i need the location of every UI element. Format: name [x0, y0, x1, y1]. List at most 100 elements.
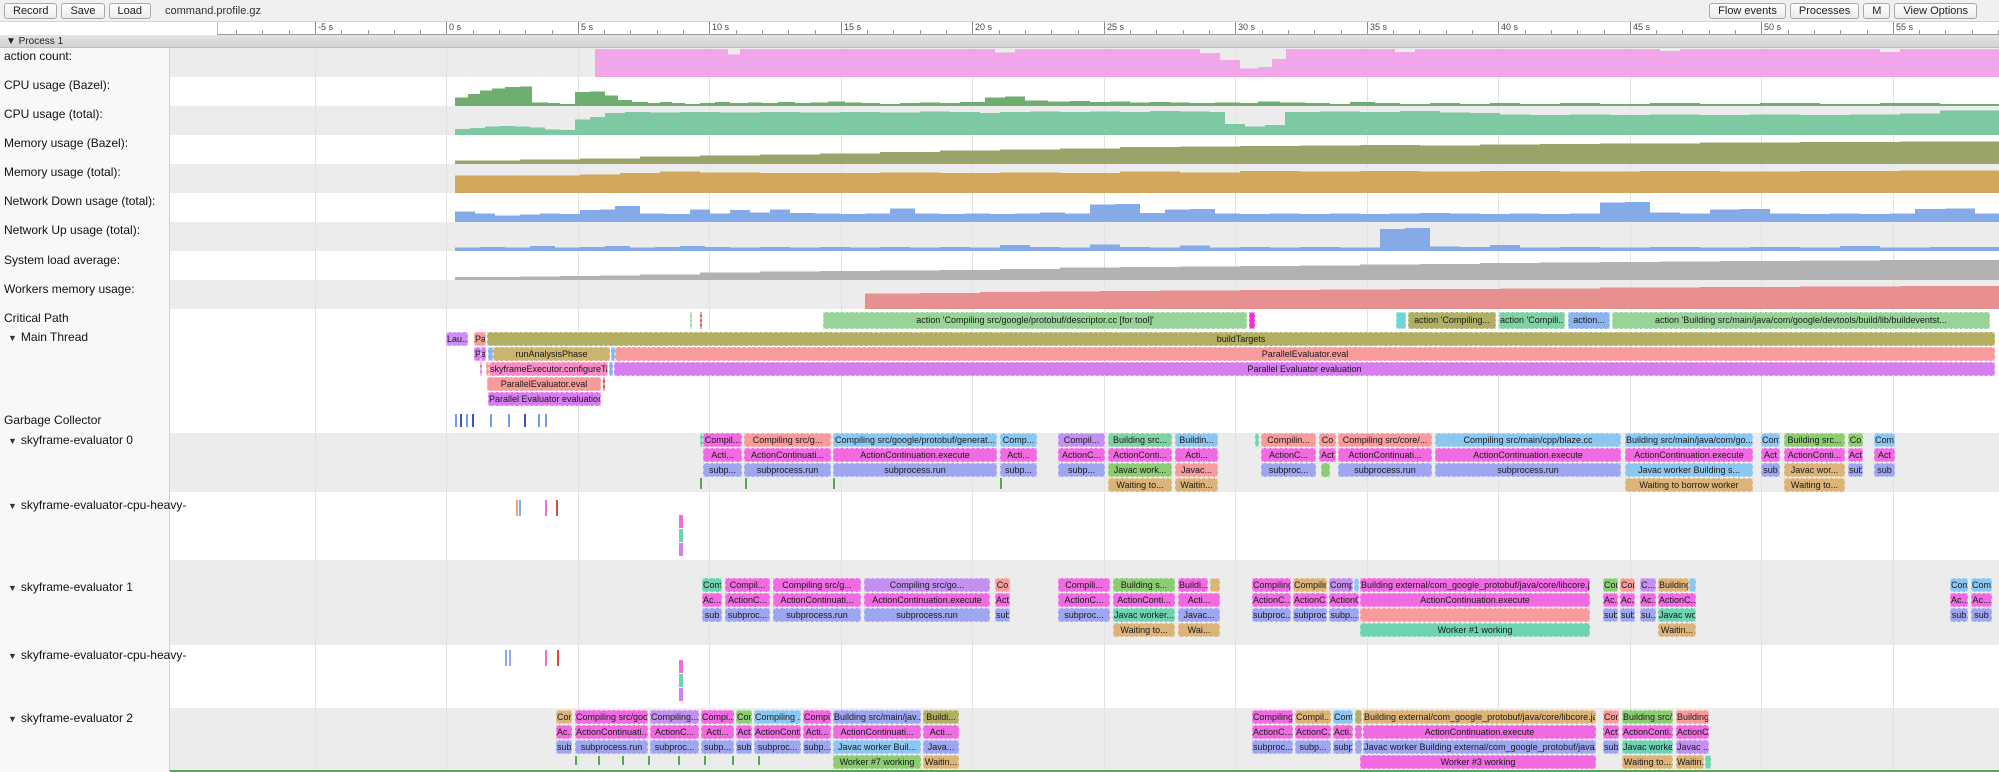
trace-event[interactable]: Com: [1950, 578, 1968, 592]
trace-event[interactable]: subproc...: [725, 608, 770, 622]
trace-event[interactable]: su...: [1640, 608, 1656, 622]
trace-event[interactable]: Worker #3 working: [1360, 755, 1596, 769]
trace-event[interactable]: [480, 347, 482, 361]
trace-event[interactable]: Parallel Evaluator evaluation: [488, 392, 601, 406]
trace-event[interactable]: Building ...: [1676, 710, 1709, 724]
trace-event[interactable]: Compiling src/g...: [744, 433, 831, 447]
workers-memory-chart[interactable]: [0, 281, 1999, 309]
trace-event[interactable]: ActionC...: [1058, 448, 1105, 462]
trace-event[interactable]: ActionContinu...: [754, 725, 801, 739]
trace-event[interactable]: [609, 362, 613, 376]
trace-event[interactable]: Acti...: [703, 448, 742, 462]
trace-event[interactable]: Compiling src/core/...: [1338, 433, 1432, 447]
trace-event[interactable]: Ac...: [556, 725, 572, 739]
view-options-button[interactable]: View Options: [1894, 3, 1977, 19]
trace-event[interactable]: sub: [1874, 463, 1895, 477]
trace-event[interactable]: sub: [1603, 740, 1619, 754]
save-button[interactable]: Save: [61, 3, 104, 19]
trace-event[interactable]: ActionC...: [1252, 593, 1291, 607]
trace-event[interactable]: Javac...: [1178, 608, 1220, 622]
trace-event[interactable]: Com: [1603, 710, 1619, 724]
trace-event[interactable]: Ac...: [1603, 593, 1618, 607]
trace-event[interactable]: ActionC...: [725, 593, 770, 607]
collapse-arrow-icon[interactable]: ▼: [8, 333, 17, 343]
trace-event[interactable]: [690, 312, 692, 329]
track-label-skyframe-evaluator-cpu-heavy[interactable]: ▼skyframe-evaluator-cpu-heavy-: [8, 648, 186, 662]
trace-event[interactable]: Buildi...: [1178, 578, 1208, 592]
trace-event[interactable]: ActionC...: [1261, 448, 1316, 462]
trace-event[interactable]: Wai...: [1178, 623, 1220, 637]
trace-event[interactable]: Compiling src/google...: [575, 710, 648, 724]
trace-event[interactable]: Compiling src/main/cpp/blaze.cc: [1435, 433, 1621, 447]
trace-event[interactable]: Compil...: [725, 578, 770, 592]
trace-event[interactable]: Act: [1603, 725, 1619, 739]
trace-event[interactable]: Javac worker...: [1113, 608, 1175, 622]
trace-event[interactable]: [1255, 433, 1259, 447]
trace-event[interactable]: subproc...: [1252, 608, 1291, 622]
trace-event[interactable]: ActionConti...: [1622, 725, 1673, 739]
trace-event[interactable]: ActionContinuation.execute: [864, 593, 990, 607]
trace-event[interactable]: ActionConti...: [1113, 593, 1175, 607]
track-label-skyframe-evaluator-2[interactable]: ▼skyframe-evaluator 2: [8, 711, 133, 725]
trace-event[interactable]: Waiting to...: [1113, 623, 1175, 637]
trace-event[interactable]: [603, 377, 605, 391]
trace-event[interactable]: Compiling...: [650, 710, 699, 724]
trace-event[interactable]: Buildin...: [1175, 433, 1218, 447]
track-label-main-thread[interactable]: ▼Main Thread: [8, 330, 88, 344]
trace-event[interactable]: C...: [1640, 578, 1656, 592]
trace-event[interactable]: Waitin...: [1658, 623, 1696, 637]
trace-event[interactable]: Compi...: [701, 710, 734, 724]
trace-event[interactable]: Compil...: [1329, 578, 1353, 592]
trace-event[interactable]: Par: [474, 332, 486, 346]
flow-events-button[interactable]: Flow events: [1709, 3, 1786, 19]
trace-event[interactable]: Co: [995, 578, 1010, 592]
track-label-skyframe-evaluator-1[interactable]: ▼skyframe-evaluator 1: [8, 580, 133, 594]
trace-event[interactable]: subprocess.run: [773, 608, 861, 622]
action-count-chart[interactable]: [0, 49, 1999, 77]
trace-event[interactable]: ActionContinuati...: [744, 448, 831, 462]
trace-event[interactable]: Acti...: [1000, 448, 1037, 462]
trace-event[interactable]: ActionC...: [650, 725, 699, 739]
trace-event[interactable]: Building src...: [1784, 433, 1845, 447]
trace-event[interactable]: Javac wo...: [1658, 608, 1696, 622]
track-label-skyframe-evaluator-cpu-heavy[interactable]: ▼skyframe-evaluator-cpu-heavy-: [8, 498, 186, 512]
trace-event[interactable]: ActionC...: [1676, 725, 1709, 739]
trace-event[interactable]: Compiling src/go...: [864, 578, 990, 592]
trace-event[interactable]: [1249, 312, 1255, 329]
trace-event[interactable]: Com: [736, 710, 752, 724]
collapse-arrow-icon[interactable]: ▼: [8, 501, 17, 511]
trace-event[interactable]: action 'Compili...: [1499, 312, 1565, 329]
trace-event[interactable]: subproc...: [754, 740, 801, 754]
trace-event[interactable]: subproc...: [1252, 740, 1293, 754]
trace-event[interactable]: Parallel Evaluator evaluation: [614, 362, 1995, 376]
trace-event[interactable]: Waitin...: [923, 755, 959, 769]
trace-event[interactable]: subp...: [1333, 740, 1353, 754]
record-button[interactable]: Record: [4, 3, 57, 19]
trace-event[interactable]: Compiling ...: [754, 710, 801, 724]
trace-event[interactable]: Act: [736, 725, 752, 739]
trace-event[interactable]: runAnalysisPhase: [493, 347, 610, 361]
process-header[interactable]: ▼ Process 1: [0, 35, 1999, 48]
trace-event[interactable]: Building...: [1658, 578, 1689, 592]
trace-event[interactable]: ActionConti...: [1108, 448, 1172, 462]
trace-event[interactable]: ActionContinuation.execute: [1360, 593, 1590, 607]
trace-event[interactable]: Building external/com_google_protobuf/ja…: [1363, 710, 1596, 724]
trace-event[interactable]: [1705, 755, 1711, 769]
trace-event[interactable]: subp...: [1295, 740, 1331, 754]
trace-event[interactable]: Ac...: [1640, 593, 1656, 607]
trace-event[interactable]: [1355, 740, 1362, 754]
trace-event[interactable]: Javac work...: [1108, 463, 1172, 477]
trace-event[interactable]: Javac worker...: [1622, 740, 1673, 754]
trace-event[interactable]: subp...: [1058, 463, 1105, 477]
cpu-usage-total-chart[interactable]: [0, 107, 1999, 135]
trace-event[interactable]: [1210, 578, 1220, 592]
trace-event[interactable]: ActionContinuation.execute: [1625, 448, 1753, 462]
trace-event[interactable]: Co: [1319, 433, 1336, 447]
trace-event[interactable]: [1360, 608, 1590, 622]
trace-event[interactable]: [1355, 710, 1362, 724]
trace-event[interactable]: sub: [556, 740, 572, 754]
trace-event[interactable]: subprocess.run: [1338, 463, 1432, 477]
system-load-chart[interactable]: [0, 252, 1999, 280]
trace-event[interactable]: sub: [1603, 608, 1618, 622]
trace-event[interactable]: Compiling src/g...: [773, 578, 861, 592]
